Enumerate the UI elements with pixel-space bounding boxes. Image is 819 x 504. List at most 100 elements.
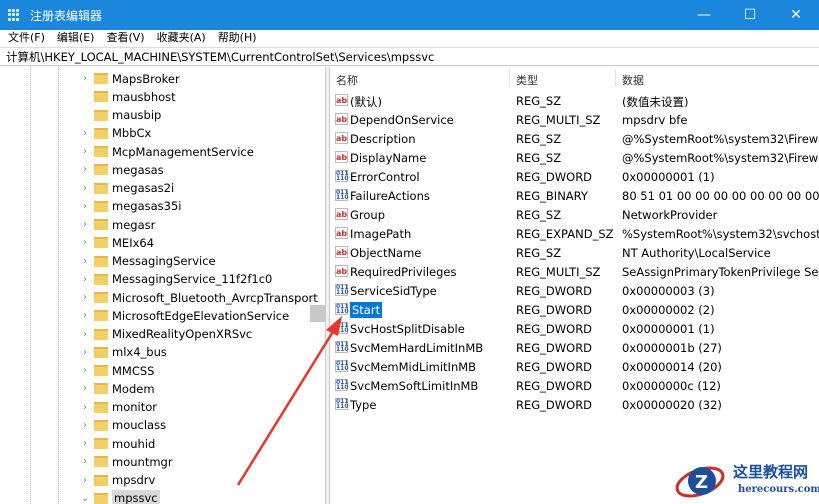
tree-item[interactable]: › megasr: [78, 215, 155, 234]
chevron-right-icon[interactable]: ›: [78, 402, 92, 413]
value-row[interactable]: 011 110 Type REG_DWORD 0x00000020 (32): [331, 395, 819, 414]
tree-item[interactable]: › mountmgr: [78, 452, 173, 471]
tree-item[interactable]: › MMCSS: [78, 361, 154, 380]
menu-favorites[interactable]: 收藏夹(A): [157, 30, 206, 46]
chevron-right-icon[interactable]: ›: [78, 183, 92, 194]
folder-icon: [94, 474, 108, 486]
column-type[interactable]: 类型: [516, 72, 538, 88]
column-name[interactable]: 名称: [336, 72, 358, 88]
value-type: REG_DWORD: [516, 170, 593, 184]
tree-item[interactable]: › McpManagementService: [78, 142, 254, 161]
tree-item[interactable]: › megasas: [78, 160, 164, 179]
chevron-right-icon[interactable]: ›: [78, 128, 92, 139]
value-row[interactable]: ab Description REG_SZ @%SystemRoot%\system3…: [331, 129, 819, 148]
value-data: 0x00000014 (20): [622, 360, 722, 374]
chevron-right-icon[interactable]: ›: [78, 292, 92, 303]
pane-splitter[interactable]: [326, 67, 330, 504]
tree-item-label: mouclass: [112, 418, 167, 433]
tree-item[interactable]: mausbhost: [78, 87, 176, 106]
chevron-right-icon[interactable]: ›: [78, 219, 92, 230]
tree-item[interactable]: › MEIx64: [78, 233, 154, 252]
tree-item[interactable]: › monitor: [78, 398, 157, 417]
value-row[interactable]: ab DisplayName REG_SZ @%SystemRoot%\system3…: [331, 148, 819, 167]
folder-icon: [94, 383, 108, 395]
value-type: REG_DWORD: [516, 398, 593, 412]
chevron-right-icon[interactable]: ›: [78, 383, 92, 394]
folder-icon: [94, 310, 108, 322]
binary-value-icon: 011 110: [335, 322, 349, 334]
value-row[interactable]: ab RequiredPrivileges REG_MULTI_SZ SeAssign…: [331, 262, 819, 281]
binary-value-icon: 011 110: [335, 303, 349, 315]
value-row[interactable]: ab Group REG_SZ NetworkProvider: [331, 205, 819, 224]
folder-icon: [94, 438, 108, 449]
tree-item-label: mouhid: [112, 436, 156, 451]
close-button[interactable]: ✕: [773, 0, 819, 30]
value-row[interactable]: 011 110 ErrorControl REG_DWORD 0x00000001 (…: [331, 167, 819, 186]
value-row[interactable]: ab (默认) REG_SZ (数值未设置): [331, 91, 819, 110]
chevron-right-icon[interactable]: ›: [78, 420, 92, 431]
tree-item[interactable]: › MicrosoftEdgeElevationService: [78, 306, 289, 325]
tree-item[interactable]: mausbip: [78, 106, 161, 125]
value-name: DependOnService: [350, 113, 454, 127]
minimize-button[interactable]: —: [681, 0, 727, 30]
chevron-right-icon[interactable]: ›: [78, 73, 92, 84]
value-row[interactable]: 011 110 Start REG_DWORD 0x00000002 (2): [331, 300, 819, 319]
value-row[interactable]: 011 110 FailureActions REG_BINARY 80 51 01 …: [331, 186, 819, 205]
value-type: REG_SZ: [516, 94, 562, 108]
chevron-right-icon[interactable]: ›: [78, 456, 92, 467]
tree-item[interactable]: ⌄ mpssvc: [78, 489, 160, 504]
chevron-right-icon[interactable]: ›: [78, 310, 92, 321]
tree-item[interactable]: › MixedRealityOpenXRSvc: [78, 325, 252, 344]
tree-item[interactable]: › megasas2i: [78, 179, 174, 198]
value-row[interactable]: ab ObjectName REG_SZ NT Authority\LocalServ…: [331, 243, 819, 262]
tree-item-label: megasas35i: [112, 199, 182, 214]
chevron-right-icon[interactable]: ›: [78, 237, 92, 248]
tree-item[interactable]: › mouhid: [78, 434, 155, 453]
chevron-right-icon[interactable]: ›: [78, 347, 92, 358]
regedit-app-icon: [8, 9, 22, 21]
chevron-right-icon[interactable]: ›: [78, 164, 92, 175]
value-data: 0x00000001 (1): [622, 170, 715, 184]
tree-item[interactable]: › Microsoft_Bluetooth_AvrcpTransport: [78, 288, 318, 307]
value-row[interactable]: 011 110 ServiceSidType REG_DWORD 0x00000003…: [331, 281, 819, 300]
value-row[interactable]: 011 110 SvcMemSoftLimitInMB REG_DWORD 0x000…: [331, 376, 819, 395]
value-type: REG_DWORD: [516, 379, 593, 393]
window-title: 注册表编辑器: [30, 8, 103, 23]
chevron-right-icon[interactable]: ›: [78, 146, 92, 157]
chevron-right-icon[interactable]: ›: [78, 256, 92, 267]
maximize-button[interactable]: ☐: [727, 0, 773, 30]
tree-item[interactable]: › mouclass: [78, 416, 166, 435]
tree-scrollbar-thumb[interactable]: [310, 305, 325, 322]
value-row[interactable]: 011 110 SvcMemMidLimitInMB REG_DWORD 0x0000…: [331, 357, 819, 376]
menu-help[interactable]: 帮助(H): [218, 30, 257, 46]
tree-item[interactable]: › MbbCx: [78, 124, 151, 143]
value-row[interactable]: ab DependOnService REG_MULTI_SZ mpsdrv bfe: [331, 110, 819, 129]
address-bar[interactable]: 计算机\HKEY_LOCAL_MACHINE\SYSTEM\CurrentCon…: [0, 47, 819, 66]
folder-icon: [94, 73, 108, 84]
tree-item[interactable]: › mlx4_bus: [78, 343, 167, 362]
chevron-right-icon[interactable]: ›: [78, 365, 92, 376]
chevron-down-icon[interactable]: ⌄: [78, 493, 92, 504]
value-row[interactable]: 011 110 SvcHostSplitDisable REG_DWORD 0x000…: [331, 319, 819, 338]
tree-item[interactable]: › MessagingService: [78, 252, 216, 271]
watermark-logo: Z 这里教程网 herecours.com: [670, 458, 819, 504]
chevron-right-icon[interactable]: ›: [78, 274, 92, 285]
menu-file[interactable]: 文件(F): [8, 30, 45, 46]
chevron-right-icon[interactable]: ›: [78, 438, 92, 449]
chevron-right-icon[interactable]: ›: [78, 201, 92, 212]
value-row[interactable]: 011 110 SvcMemHardLimitInMB REG_DWORD 0x000…: [331, 338, 819, 357]
tree-item-label: MEIx64: [112, 235, 155, 250]
chevron-right-icon[interactable]: ›: [78, 329, 92, 340]
tree-item[interactable]: › mpsdrv: [78, 471, 155, 490]
tree-item[interactable]: › megasas35i: [78, 197, 181, 216]
tree-item[interactable]: › Modem: [78, 379, 155, 398]
value-row[interactable]: ab ImagePath REG_EXPAND_SZ %SystemRoot%\sys…: [331, 224, 819, 243]
tree-item[interactable]: › MapsBroker: [78, 69, 180, 88]
menu-view[interactable]: 查看(V): [106, 30, 144, 46]
string-value-icon: ab: [335, 94, 348, 106]
column-headers: 名称 类型 数据: [331, 67, 819, 89]
chevron-right-icon[interactable]: ›: [78, 475, 92, 486]
column-data[interactable]: 数据: [622, 72, 644, 88]
menu-edit[interactable]: 编辑(E): [57, 30, 95, 46]
tree-item[interactable]: › MessagingService_11f2f1c0: [78, 270, 272, 289]
